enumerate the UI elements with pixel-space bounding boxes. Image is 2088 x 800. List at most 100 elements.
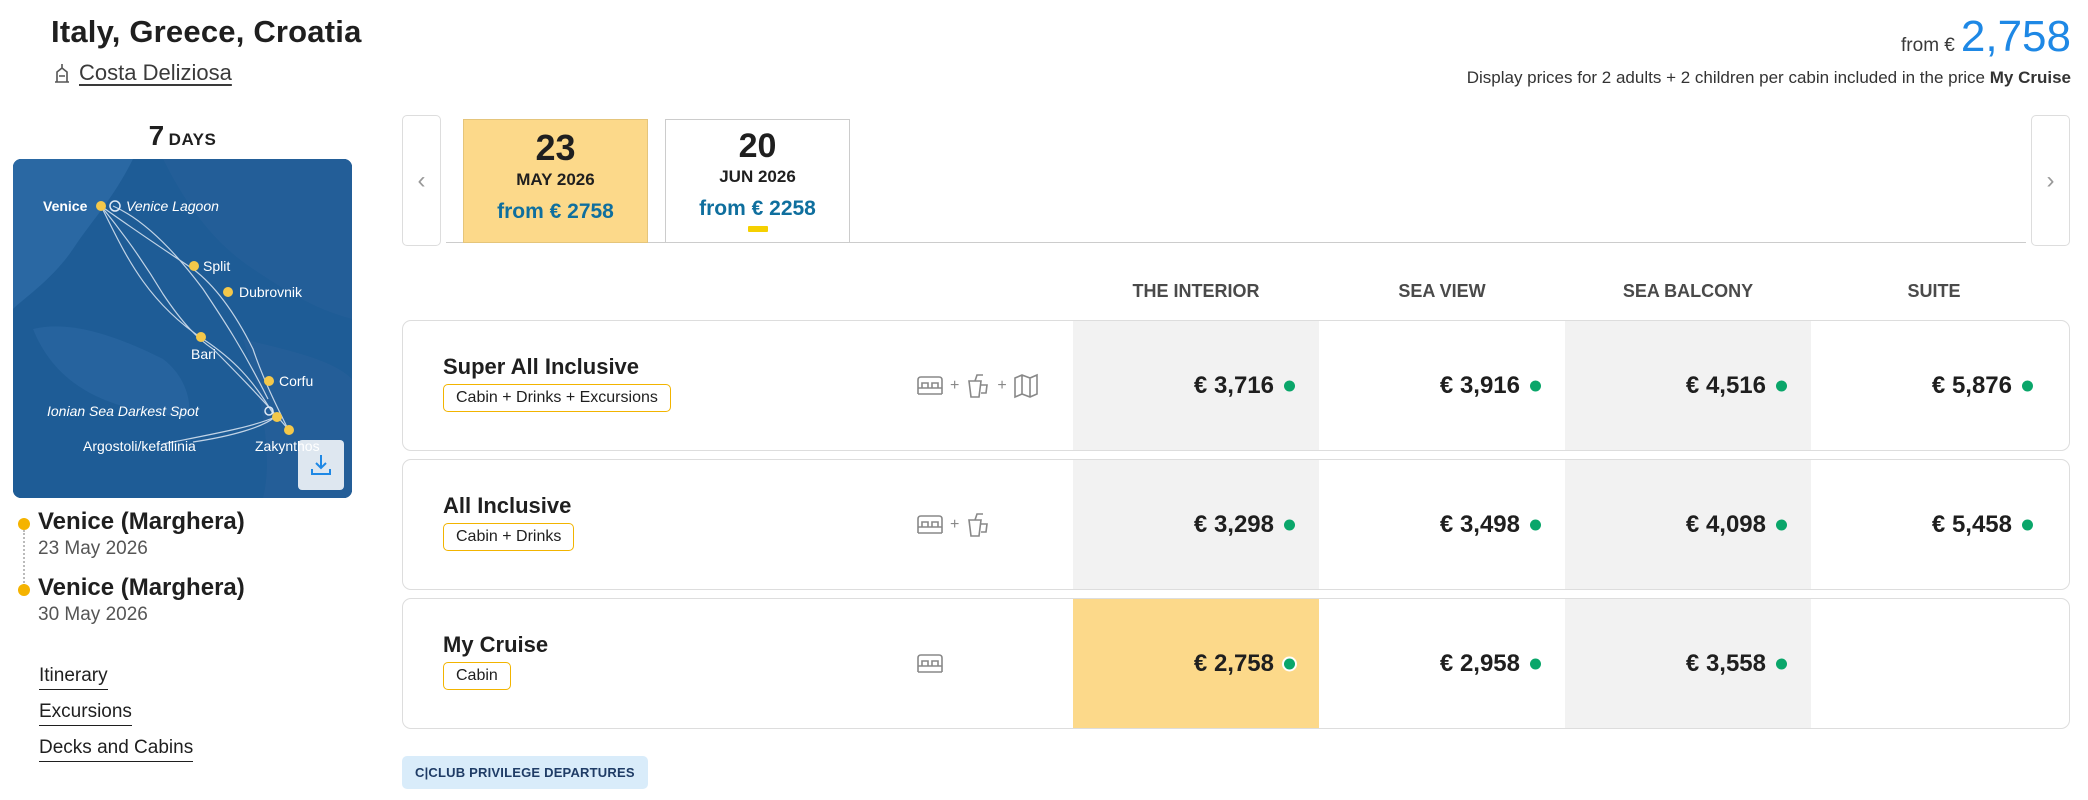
- port-date: 30 May 2026: [38, 604, 148, 625]
- drink-icon: [968, 373, 989, 398]
- departure-date-strip: ‹ 23 MAY 2026 from € 2758 20 JUN 2026 fr…: [402, 115, 2070, 246]
- bed-icon: [917, 375, 943, 395]
- package-icons: + +: [916, 373, 1039, 399]
- map-label-lagoon: Venice Lagoon: [126, 198, 219, 214]
- availability-dot: [1530, 519, 1541, 530]
- disclaimer-text: Display prices for 2 adults + 2 children…: [1466, 68, 1986, 87]
- port-name: Venice (Marghera): [38, 508, 245, 535]
- bed-icon: [917, 653, 943, 673]
- price-value: € 3,916: [1439, 371, 1520, 399]
- map-download-button[interactable]: [298, 440, 344, 490]
- map-label-argostoli: Argostoli/kefallinia: [83, 438, 196, 454]
- price-value: € 4,516: [1685, 371, 1766, 399]
- port-list: Venice (Marghera) 23 May 2026 Venice (Ma…: [18, 508, 245, 640]
- download-icon: [311, 455, 331, 475]
- from-label: from €: [1901, 35, 1955, 56]
- availability-dot: [2022, 519, 2033, 530]
- availability-dot: [1284, 380, 1295, 391]
- from-price: 2,758: [1960, 12, 2071, 61]
- prev-dates-button[interactable]: ‹: [402, 115, 441, 246]
- date-day: 23: [535, 127, 576, 168]
- link-excursions[interactable]: Excursions: [39, 701, 132, 726]
- bed-icon: [917, 514, 943, 534]
- col-head-interior: THE INTERIOR: [1132, 281, 1260, 301]
- port-dot: [18, 518, 30, 530]
- package-badge: Cabin + Drinks: [443, 523, 575, 551]
- map-label-dubrovnik: Dubrovnik: [239, 284, 303, 300]
- club-privilege-badge[interactable]: C|CLUB PRIVILEGE DEPARTURES: [402, 756, 648, 789]
- price-value: € 3,298: [1193, 510, 1274, 538]
- drink-icon: [968, 512, 989, 537]
- price-cell-sea-view[interactable]: € 3,498: [1319, 460, 1565, 589]
- price-value: € 5,876: [1931, 371, 2012, 399]
- map-label-corfu: Corfu: [279, 373, 313, 389]
- price-cell-suite[interactable]: € 5,458: [1811, 460, 2057, 589]
- ship-icon: [55, 64, 69, 83]
- availability-dot: [1530, 380, 1541, 391]
- price-value: € 4,098: [1685, 510, 1766, 538]
- ship-link[interactable]: Costa Deliziosa: [51, 60, 232, 86]
- port-name: Venice (Marghera): [38, 574, 245, 601]
- date-day: 20: [738, 127, 777, 165]
- col-head-suite: SUITE: [1907, 281, 1961, 301]
- package-row-super-all-inclusive: Super All Inclusive Cabin + Drinks + Exc…: [402, 320, 2070, 451]
- price-cell-sea-balcony[interactable]: € 4,098: [1565, 460, 1811, 589]
- price-disclaimer: Display prices for 2 adults + 2 children…: [1467, 68, 2071, 88]
- header-price: from € 2,758: [1901, 12, 2071, 62]
- ship-name[interactable]: Costa Deliziosa: [79, 60, 232, 86]
- package-name: All Inclusive: [443, 493, 572, 518]
- price-cell-interior-selected[interactable]: € 2,758: [1073, 599, 1319, 728]
- availability-dot: [1776, 380, 1787, 391]
- availability-dot: [2022, 380, 2033, 391]
- port-item: Venice (Marghera) 30 May 2026: [18, 574, 245, 626]
- next-dates-button[interactable]: ›: [2031, 115, 2070, 246]
- duration: 7 DAYS: [13, 120, 352, 152]
- date-month: JUN 2026: [719, 167, 796, 187]
- col-head-sea-view: SEA VIEW: [1398, 281, 1486, 301]
- price-cell-suite[interactable]: € 5,876: [1811, 321, 2057, 450]
- port-date: 23 May 2026: [38, 538, 148, 559]
- price-value: € 2,758: [1193, 649, 1274, 677]
- best-price-marker: [748, 226, 768, 232]
- chevron-right-icon: ›: [2046, 166, 2055, 194]
- port-dot: [18, 584, 30, 596]
- map-label-venice: Venice: [43, 198, 88, 214]
- link-itinerary[interactable]: Itinerary: [39, 665, 108, 690]
- package-badge: Cabin + Drinks + Excursions: [443, 384, 671, 412]
- port-item: Venice (Marghera) 23 May 2026: [18, 508, 245, 560]
- package-icons: +: [916, 512, 991, 538]
- availability-dot: [1284, 519, 1295, 530]
- price-value: € 5,458: [1931, 510, 2012, 538]
- package-row-my-cruise: My Cruise Cabin € 2,758 € 2,958 € 3,558: [402, 598, 2070, 729]
- link-decks-cabins[interactable]: Decks and Cabins: [39, 737, 194, 762]
- availability-dot: [1284, 658, 1295, 669]
- chevron-left-icon: ‹: [417, 166, 426, 194]
- availability-dot: [1776, 519, 1787, 530]
- package-icons: [916, 652, 944, 676]
- price-value: € 3,558: [1685, 649, 1766, 677]
- price-cell-suite-empty: [1811, 599, 2057, 728]
- price-cell-sea-view[interactable]: € 3,916: [1319, 321, 1565, 450]
- disclaimer-package: My Cruise: [1989, 68, 2071, 87]
- price-value: € 3,498: [1439, 510, 1520, 538]
- availability-dot: [1530, 658, 1541, 669]
- package-row-all-inclusive: All Inclusive Cabin + Drinks + € 3,298 €…: [402, 459, 2070, 590]
- date-card-jun[interactable]: 20 JUN 2026 from € 2258: [665, 119, 850, 243]
- price-cell-sea-balcony[interactable]: € 3,558: [1565, 599, 1811, 728]
- col-head-sea-balcony: SEA BALCONY: [1622, 281, 1754, 301]
- map-label-split: Split: [203, 258, 230, 274]
- package-name: My Cruise: [443, 632, 549, 657]
- price-cell-interior[interactable]: € 3,716: [1073, 321, 1319, 450]
- date-card-may[interactable]: 23 MAY 2026 from € 2758: [463, 119, 648, 243]
- price-value: € 3,716: [1193, 371, 1274, 399]
- cruise-title: Italy, Greece, Croatia: [51, 14, 362, 49]
- package-badge: Cabin: [443, 662, 511, 690]
- section-links: Itinerary Excursions Decks and Cabins: [39, 665, 194, 773]
- price-cell-interior[interactable]: € 3,298: [1073, 460, 1319, 589]
- map-label-ionian: Ionian Sea Darkest Spot: [47, 403, 200, 419]
- date-from-price: from € 2758: [497, 199, 614, 223]
- price-cell-sea-view[interactable]: € 2,958: [1319, 599, 1565, 728]
- price-cell-sea-balcony[interactable]: € 4,516: [1565, 321, 1811, 450]
- date-from-price: from € 2258: [699, 197, 816, 221]
- route-map[interactable]: Venice Venice Lagoon Split Dubrovnik Bar…: [13, 159, 352, 498]
